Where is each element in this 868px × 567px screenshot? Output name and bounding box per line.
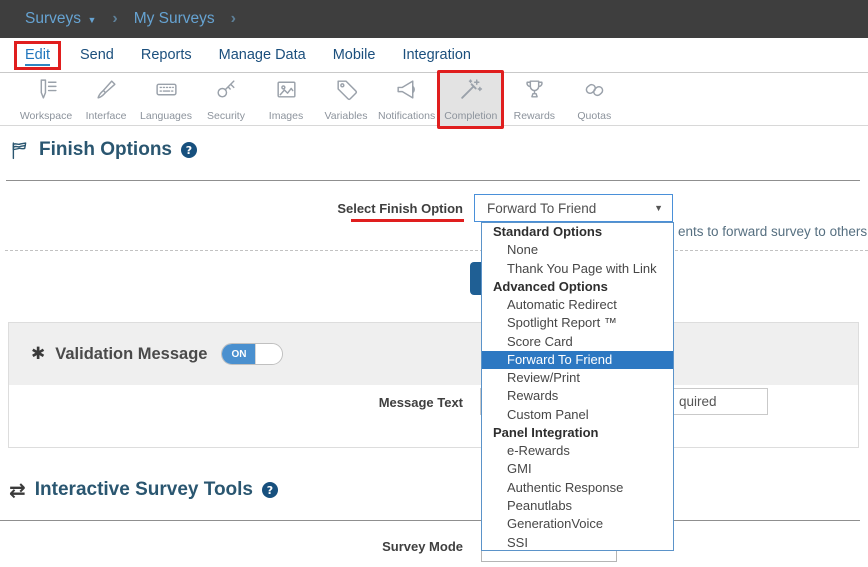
toggle-on-label: ON (222, 344, 255, 364)
finish-option-dropdown: Standard Options None Thank You Page wit… (481, 222, 674, 551)
tab-reports[interactable]: Reports (141, 47, 192, 63)
dropdown-option-selected[interactable]: Forward To Friend (482, 351, 673, 369)
dropdown-group-header: Advanced Options (482, 278, 673, 296)
interactive-tools-heading: ⇄ Interactive Survey Tools ? (9, 478, 278, 502)
finish-option-select[interactable]: Forward To Friend ▼ (474, 194, 673, 222)
breadcrumb-my-surveys[interactable]: My Surveys (134, 10, 215, 28)
dropdown-option[interactable]: Automatic Redirect (482, 296, 673, 314)
select-finish-option-label: Select Finish Option (303, 201, 463, 216)
dropdown-option[interactable]: None (482, 241, 673, 259)
breadcrumb-separator-icon: › (112, 10, 117, 28)
dropdown-option[interactable]: Score Card (482, 333, 673, 351)
dropdown-option[interactable]: Rewards (482, 387, 673, 405)
toolbar-item-images[interactable]: Images (256, 74, 316, 125)
key-icon (214, 77, 239, 107)
toolbar-item-label: Rewards (514, 110, 555, 122)
toolbar-item-languages[interactable]: Languages (136, 74, 196, 125)
message-text-fragment: quired (679, 394, 717, 409)
section-divider (6, 180, 860, 181)
help-icon[interactable]: ? (262, 482, 278, 498)
toolbar-item-variables[interactable]: Variables (316, 74, 376, 125)
survey-mode-label: Survey Mode (303, 539, 463, 554)
asterisk-icon: ✱ (31, 344, 45, 364)
validation-panel-title: Validation Message (55, 345, 207, 364)
toolbar-item-quotas[interactable]: Quotas (564, 74, 624, 125)
megaphone-icon (394, 77, 419, 107)
breadcrumb: Surveys ▼ › My Surveys › (0, 0, 868, 38)
toolbar-item-label: Languages (140, 110, 192, 122)
toolbar-item-rewards[interactable]: Rewards (504, 74, 564, 125)
dropdown-option[interactable]: SSI (482, 534, 673, 551)
chain-links-icon (582, 77, 607, 107)
message-text-label: Message Text (303, 395, 463, 410)
validation-panel-header: ✱ Validation Message ON (9, 323, 858, 385)
dropdown-option[interactable]: Peanutlabs (482, 497, 673, 515)
selected-value: Forward To Friend (487, 201, 596, 216)
toolbar-item-label: Security (207, 110, 245, 122)
page-title: Finish Options (39, 139, 172, 161)
breadcrumb-surveys[interactable]: Surveys ▼ (25, 10, 96, 28)
toolbar-item-label: Notifications (378, 110, 435, 122)
tag-icon (334, 77, 359, 107)
magic-wand-icon (458, 77, 483, 107)
toolbar-item-completion[interactable]: Completion (437, 70, 504, 129)
tab-mobile[interactable]: Mobile (333, 47, 376, 63)
dashed-divider (5, 250, 868, 251)
dropdown-option[interactable]: GenerationVoice (482, 515, 673, 533)
pencil-list-icon (34, 77, 59, 107)
icon-toolbar: Workspace Interface Languages Security I… (0, 73, 868, 126)
toolbar-item-label: Completion (444, 110, 497, 122)
dropdown-option[interactable]: GMI (482, 460, 673, 478)
keyboard-icon (154, 77, 179, 107)
menu-bar: Edit Send Reports Manage Data Mobile Int… (0, 38, 868, 73)
toolbar-item-label: Interface (86, 110, 127, 122)
annotation-box-edit: Edit (14, 41, 61, 70)
section-divider (0, 520, 860, 521)
tab-integration[interactable]: Integration (402, 47, 471, 63)
toolbar-item-label: Variables (325, 110, 368, 122)
chevron-down-icon: ▼ (87, 15, 96, 25)
paintbrush-icon (94, 77, 119, 107)
toggle-knob (255, 344, 282, 364)
dropdown-option[interactable]: Custom Panel (482, 406, 673, 424)
dropdown-group-header: Standard Options (482, 223, 673, 241)
toolbar-item-interface[interactable]: Interface (76, 74, 136, 125)
trophy-icon (522, 77, 547, 107)
toolbar-item-security[interactable]: Security (196, 74, 256, 125)
tab-edit[interactable]: Edit (25, 47, 50, 66)
tab-send[interactable]: Send (80, 47, 114, 63)
dropdown-option[interactable]: e-Rewards (482, 442, 673, 460)
forward-description-fragment: ents to forward survey to others. ? (678, 223, 868, 239)
toolbar-item-workspace[interactable]: Workspace (16, 74, 76, 125)
finish-flag-icon (9, 140, 30, 161)
toolbar-item-notifications[interactable]: Notifications (376, 74, 437, 125)
dropdown-option[interactable]: Thank You Page with Link (482, 260, 673, 278)
validation-toggle[interactable]: ON (221, 343, 283, 365)
toolbar-item-label: Quotas (577, 110, 611, 122)
dropdown-group-header: Panel Integration (482, 424, 673, 442)
breadcrumb-separator-icon: › (231, 10, 236, 28)
dropdown-option[interactable]: Authentic Response (482, 479, 673, 497)
tab-manage-data[interactable]: Manage Data (219, 47, 306, 63)
toolbar-item-label: Images (269, 110, 303, 122)
annotation-underline (351, 219, 464, 222)
dropdown-option[interactable]: Spotlight Report ™ (482, 314, 673, 332)
validation-message-panel: ✱ Validation Message ON (8, 322, 859, 448)
swap-arrows-icon: ⇄ (9, 478, 26, 502)
section-title: Interactive Survey Tools (35, 479, 253, 501)
dropdown-option[interactable]: Review/Print (482, 369, 673, 387)
help-icon[interactable]: ? (181, 142, 197, 158)
chevron-down-icon: ▼ (654, 203, 663, 213)
picture-icon (274, 77, 299, 107)
app-window: Surveys ▼ › My Surveys › Edit Send Repor… (0, 0, 868, 567)
breadcrumb-surveys-label: Surveys (25, 10, 81, 27)
finish-options-heading: Finish Options ? (9, 139, 197, 161)
toolbar-item-label: Workspace (20, 110, 72, 122)
